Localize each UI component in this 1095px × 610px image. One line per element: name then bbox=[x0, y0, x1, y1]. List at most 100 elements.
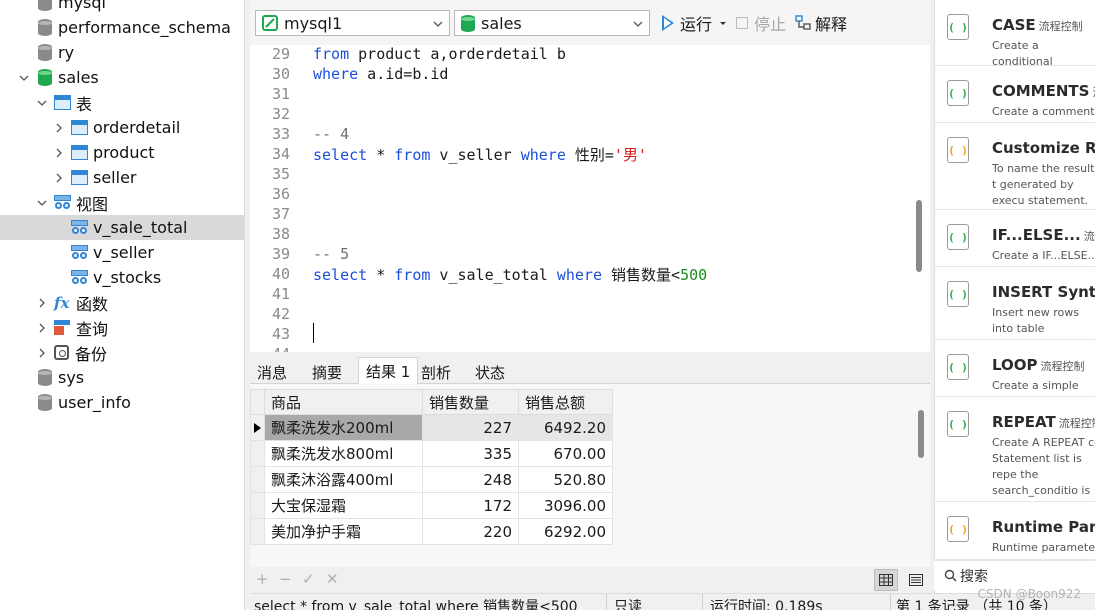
add-row-button[interactable]: + bbox=[256, 570, 269, 588]
snippet-item[interactable]: ( ) REPEAT流程控制 Create A REPEAT co Statemen… bbox=[935, 397, 1095, 502]
chevron-down-icon[interactable] bbox=[36, 190, 48, 215]
form-view-button[interactable] bbox=[904, 569, 928, 591]
status-divider bbox=[890, 594, 891, 610]
result-table[interactable]: 商品 销售数量 销售总额 飘柔洗发水200ml 227 6492.20 飘柔洗发水800ml… bbox=[250, 389, 613, 545]
tree-item-functions[interactable]: fx 函数 bbox=[0, 290, 244, 315]
row-header[interactable] bbox=[250, 440, 265, 467]
table-cell[interactable]: 335 bbox=[422, 440, 519, 467]
code-line: 31 bbox=[250, 84, 910, 104]
tree-item-queries[interactable]: 查询 bbox=[0, 315, 244, 340]
tree-item-performance_schema[interactable]: performance_schema bbox=[0, 15, 244, 40]
snippet-item[interactable]: ( ) INSERT Syntax Insert new rows into tab… bbox=[935, 267, 1095, 340]
grid-view-button[interactable] bbox=[874, 569, 898, 591]
snippet-item[interactable]: ( ) CASE 流程控制 Create a conditional bbox=[935, 0, 1095, 66]
tree-item-mysql[interactable]: mysql bbox=[0, 0, 244, 15]
tree-item-v_seller[interactable]: v_seller bbox=[0, 240, 244, 265]
table-row[interactable]: 飘柔沐浴露400ml 248 520.80 bbox=[250, 466, 613, 493]
code-token: a.id=b.id bbox=[358, 65, 449, 83]
code-token: where bbox=[313, 65, 359, 83]
table-row[interactable]: 飘柔洗发水800ml 335 670.00 bbox=[250, 440, 613, 467]
row-header[interactable] bbox=[250, 414, 265, 441]
table-cell[interactable]: 220 bbox=[422, 518, 519, 545]
chevron-right-icon[interactable] bbox=[36, 340, 48, 365]
row-header[interactable] bbox=[250, 466, 265, 493]
table-cell[interactable]: 227 bbox=[422, 414, 519, 441]
table-cell[interactable]: 248 bbox=[422, 466, 519, 493]
explain-button[interactable]: 解释 bbox=[795, 12, 847, 34]
table-cell[interactable]: 飘柔沐浴露400ml bbox=[264, 466, 423, 493]
chevron-down-icon[interactable] bbox=[718, 18, 728, 28]
tree-item-product[interactable]: product bbox=[0, 140, 244, 165]
tree-item-ry[interactable]: ry bbox=[0, 40, 244, 65]
database-select[interactable]: sales bbox=[454, 10, 650, 36]
tree-item-tables-folder[interactable]: 表 bbox=[0, 90, 244, 115]
chevron-right-icon[interactable] bbox=[53, 165, 65, 190]
tree-item-label: v_seller bbox=[93, 243, 154, 262]
result-tab[interactable]: 剖析 bbox=[414, 360, 458, 384]
table-cell[interactable]: 6292.00 bbox=[518, 518, 613, 545]
line-number: 31 bbox=[271, 85, 290, 103]
chevron-down-icon[interactable] bbox=[36, 90, 48, 115]
result-tab[interactable]: 摘要 bbox=[305, 360, 349, 384]
table-cell[interactable]: 飘柔洗发水200ml bbox=[264, 414, 423, 441]
sql-editor[interactable]: 29 from product a,orderdetail b 30 where a.… bbox=[250, 45, 930, 352]
snippet-icon: ( ) bbox=[947, 281, 969, 307]
chevron-right-icon[interactable] bbox=[53, 140, 65, 165]
table-cell[interactable]: 6492.20 bbox=[518, 414, 613, 441]
tree-item-sys[interactable]: sys bbox=[0, 365, 244, 390]
tree-item-orderdetail[interactable]: orderdetail bbox=[0, 115, 244, 140]
table-cell[interactable]: 172 bbox=[422, 492, 519, 519]
table-cell[interactable]: 520.80 bbox=[518, 466, 613, 493]
grid-scrollbar[interactable] bbox=[918, 410, 924, 458]
column-header[interactable]: 销售数量 bbox=[422, 389, 519, 415]
tree-item-sales[interactable]: sales bbox=[0, 65, 244, 90]
snippet-description: Create A REPEAT co Statement list is rep… bbox=[992, 436, 1095, 501]
editor-scrollbar[interactable] bbox=[916, 200, 922, 272]
snippet-item[interactable]: ( ) LOOP流程控制 Create a simple loop bbox=[935, 340, 1095, 397]
discard-changes-button[interactable]: ✕ bbox=[326, 570, 339, 588]
object-tree[interactable]: mysql performance_schema ry sales 表 orderdeta… bbox=[0, 0, 245, 610]
table-row[interactable]: 飘柔洗发水200ml 227 6492.20 bbox=[250, 414, 613, 441]
table-cell[interactable]: 670.00 bbox=[518, 440, 613, 467]
table-row[interactable]: 美加净护手霜 220 6292.00 bbox=[250, 518, 613, 545]
result-tab[interactable]: 消息 bbox=[250, 360, 294, 384]
tree-item-views-folder[interactable]: 视图 bbox=[0, 190, 244, 215]
table-cell[interactable]: 大宝保湿霜 bbox=[264, 492, 423, 519]
tree-item-v_sale_total[interactable]: v_sale_total bbox=[0, 215, 244, 240]
stop-button[interactable]: 停止 bbox=[736, 12, 786, 34]
line-number: 32 bbox=[271, 105, 290, 123]
tree-item-user_info[interactable]: user_info bbox=[0, 390, 244, 415]
row-header[interactable] bbox=[250, 518, 265, 545]
tree-item-seller[interactable]: seller bbox=[0, 165, 244, 190]
snippet-title-text: CASE bbox=[992, 16, 1036, 34]
snippet-title: REPEAT流程控制 bbox=[992, 413, 1095, 431]
column-header[interactable]: 商品 bbox=[264, 389, 423, 415]
chevron-right-icon[interactable] bbox=[53, 115, 65, 140]
snippet-item[interactable]: ( ) COMMENTS注 Create a comment bbox=[935, 66, 1095, 123]
result-tab[interactable]: 结果 1 bbox=[358, 357, 419, 385]
table-cell[interactable]: 3096.00 bbox=[518, 492, 613, 519]
result-grid[interactable]: 商品 销售数量 销售总额 飘柔洗发水200ml 227 6492.20 飘柔洗发水800ml… bbox=[250, 384, 930, 567]
tree-item-backups[interactable]: 备份 bbox=[0, 340, 244, 365]
delete-row-button[interactable]: − bbox=[279, 570, 292, 588]
chevron-right-icon[interactable] bbox=[36, 315, 48, 340]
tree-item-v_stocks[interactable]: v_stocks bbox=[0, 265, 244, 290]
connection-select[interactable]: mysql1 bbox=[255, 10, 450, 36]
run-button[interactable]: 运行 bbox=[662, 12, 728, 34]
chevron-down-icon[interactable] bbox=[18, 65, 30, 90]
snippet-item[interactable]: ( ) Customize Res To name the result t gen… bbox=[935, 123, 1095, 210]
table-cell[interactable]: 飘柔洗发水800ml bbox=[264, 440, 423, 467]
snippet-search[interactable]: 搜索 bbox=[934, 560, 1095, 590]
row-header[interactable] bbox=[250, 492, 265, 519]
code-token: where bbox=[520, 145, 566, 164]
snippet-item[interactable]: ( ) Runtime Para Runtime parameter replace… bbox=[935, 502, 1095, 560]
chevron-right-icon[interactable] bbox=[36, 290, 48, 315]
table-cell[interactable]: 美加净护手霜 bbox=[264, 518, 423, 545]
column-header[interactable]: 销售总额 bbox=[518, 389, 613, 415]
result-tab[interactable]: 状态 bbox=[468, 360, 512, 384]
apply-changes-button[interactable]: ✓ bbox=[302, 570, 315, 588]
snippets-panel: ( ) CASE 流程控制 Create a conditional( ) COMMEN… bbox=[934, 0, 1095, 593]
snippet-item[interactable]: ( ) IF...ELSE...流程控 Create a IF...ELSE... … bbox=[935, 210, 1095, 267]
table-row[interactable]: 大宝保湿霜 172 3096.00 bbox=[250, 492, 613, 519]
